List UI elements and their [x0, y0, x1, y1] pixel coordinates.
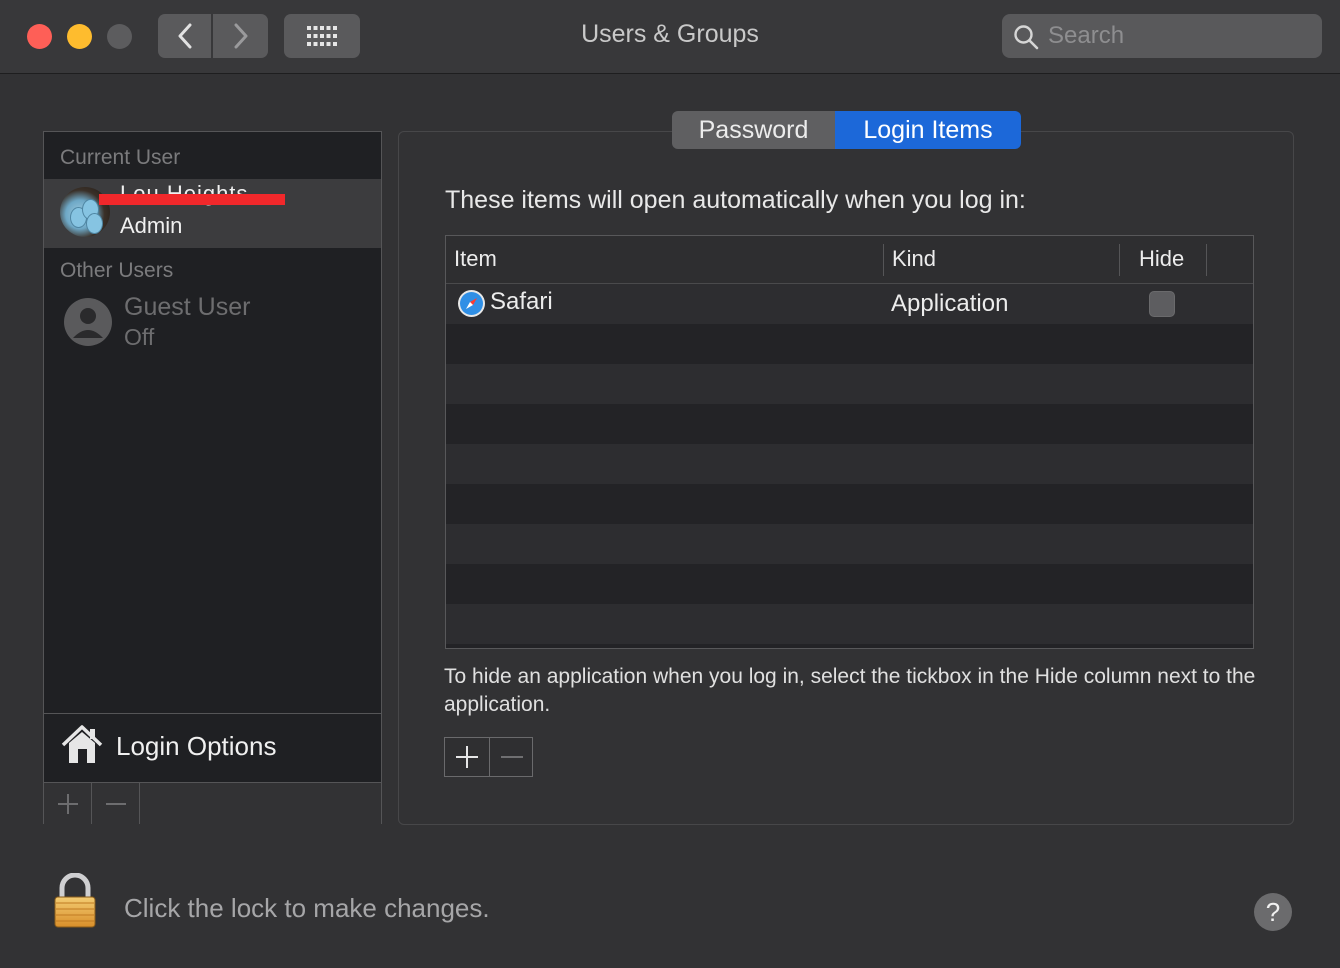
house-icon [61, 725, 103, 763]
tab-login-items[interactable]: Login Items [835, 111, 1021, 149]
lock-icon[interactable] [52, 873, 98, 929]
add-login-item-button[interactable] [445, 738, 489, 776]
table-row [446, 324, 1253, 364]
column-header-hide[interactable]: Hide [1139, 246, 1184, 272]
redaction-mark [99, 194, 285, 205]
table-row [446, 564, 1253, 604]
add-user-button[interactable] [44, 783, 92, 824]
users-groups-window: Users & Groups Current User Lou Heights … [0, 0, 1340, 968]
guest-user-status: Off [124, 324, 155, 350]
item-name: Safari [490, 288, 553, 315]
users-sidebar: Current User Lou Heights Admin Other Use… [43, 131, 382, 824]
other-users-header: Other Users [60, 259, 174, 282]
search-box[interactable] [1002, 14, 1322, 58]
hide-checkbox[interactable] [1149, 291, 1175, 317]
table-row [446, 604, 1253, 644]
item-kind: Application [891, 290, 1009, 317]
lock-message: Click the lock to make changes. [124, 893, 490, 923]
login-items-toolbar [444, 737, 533, 777]
guest-user-avatar-icon[interactable] [64, 298, 112, 346]
plus-icon [456, 746, 478, 768]
current-user-row[interactable]: Lou Heights Admin [44, 179, 381, 248]
login-items-table: Item Kind Hide Safari Application [445, 235, 1254, 649]
title-bar: Users & Groups [0, 0, 1340, 74]
column-header-item[interactable]: Item [454, 246, 497, 272]
table-header: Item Kind Hide [446, 236, 1253, 284]
search-input[interactable] [1048, 14, 1308, 58]
guest-user-name[interactable]: Guest User [124, 293, 250, 322]
sidebar-toolbar [44, 782, 381, 824]
login-options-label: Login Options [116, 731, 277, 761]
tab-bar: Password Login Items [672, 111, 1021, 149]
table-row [446, 484, 1253, 524]
table-row[interactable]: Safari Application [446, 284, 1253, 324]
table-row [446, 364, 1253, 404]
table-row [446, 404, 1253, 444]
search-icon [1014, 25, 1039, 50]
current-user-header: Current User [60, 146, 181, 169]
current-user-role: Admin [120, 213, 183, 238]
table-body: Safari Application [446, 284, 1253, 644]
minus-icon [105, 802, 126, 805]
plus-icon [57, 793, 78, 814]
column-header-kind[interactable]: Kind [892, 246, 936, 272]
safari-icon [458, 290, 485, 317]
remove-login-item-button[interactable] [490, 738, 534, 776]
minus-icon [501, 756, 523, 758]
hide-column-hint: To hide an application when you log in, … [444, 665, 1256, 716]
help-button[interactable]: ? [1254, 893, 1292, 931]
tab-password[interactable]: Password [672, 111, 835, 149]
table-row [446, 444, 1253, 484]
remove-user-button[interactable] [92, 783, 140, 824]
login-options-item[interactable]: Login Options [44, 713, 381, 782]
table-row [446, 524, 1253, 564]
login-items-description: These items will open automatically when… [445, 186, 1026, 214]
